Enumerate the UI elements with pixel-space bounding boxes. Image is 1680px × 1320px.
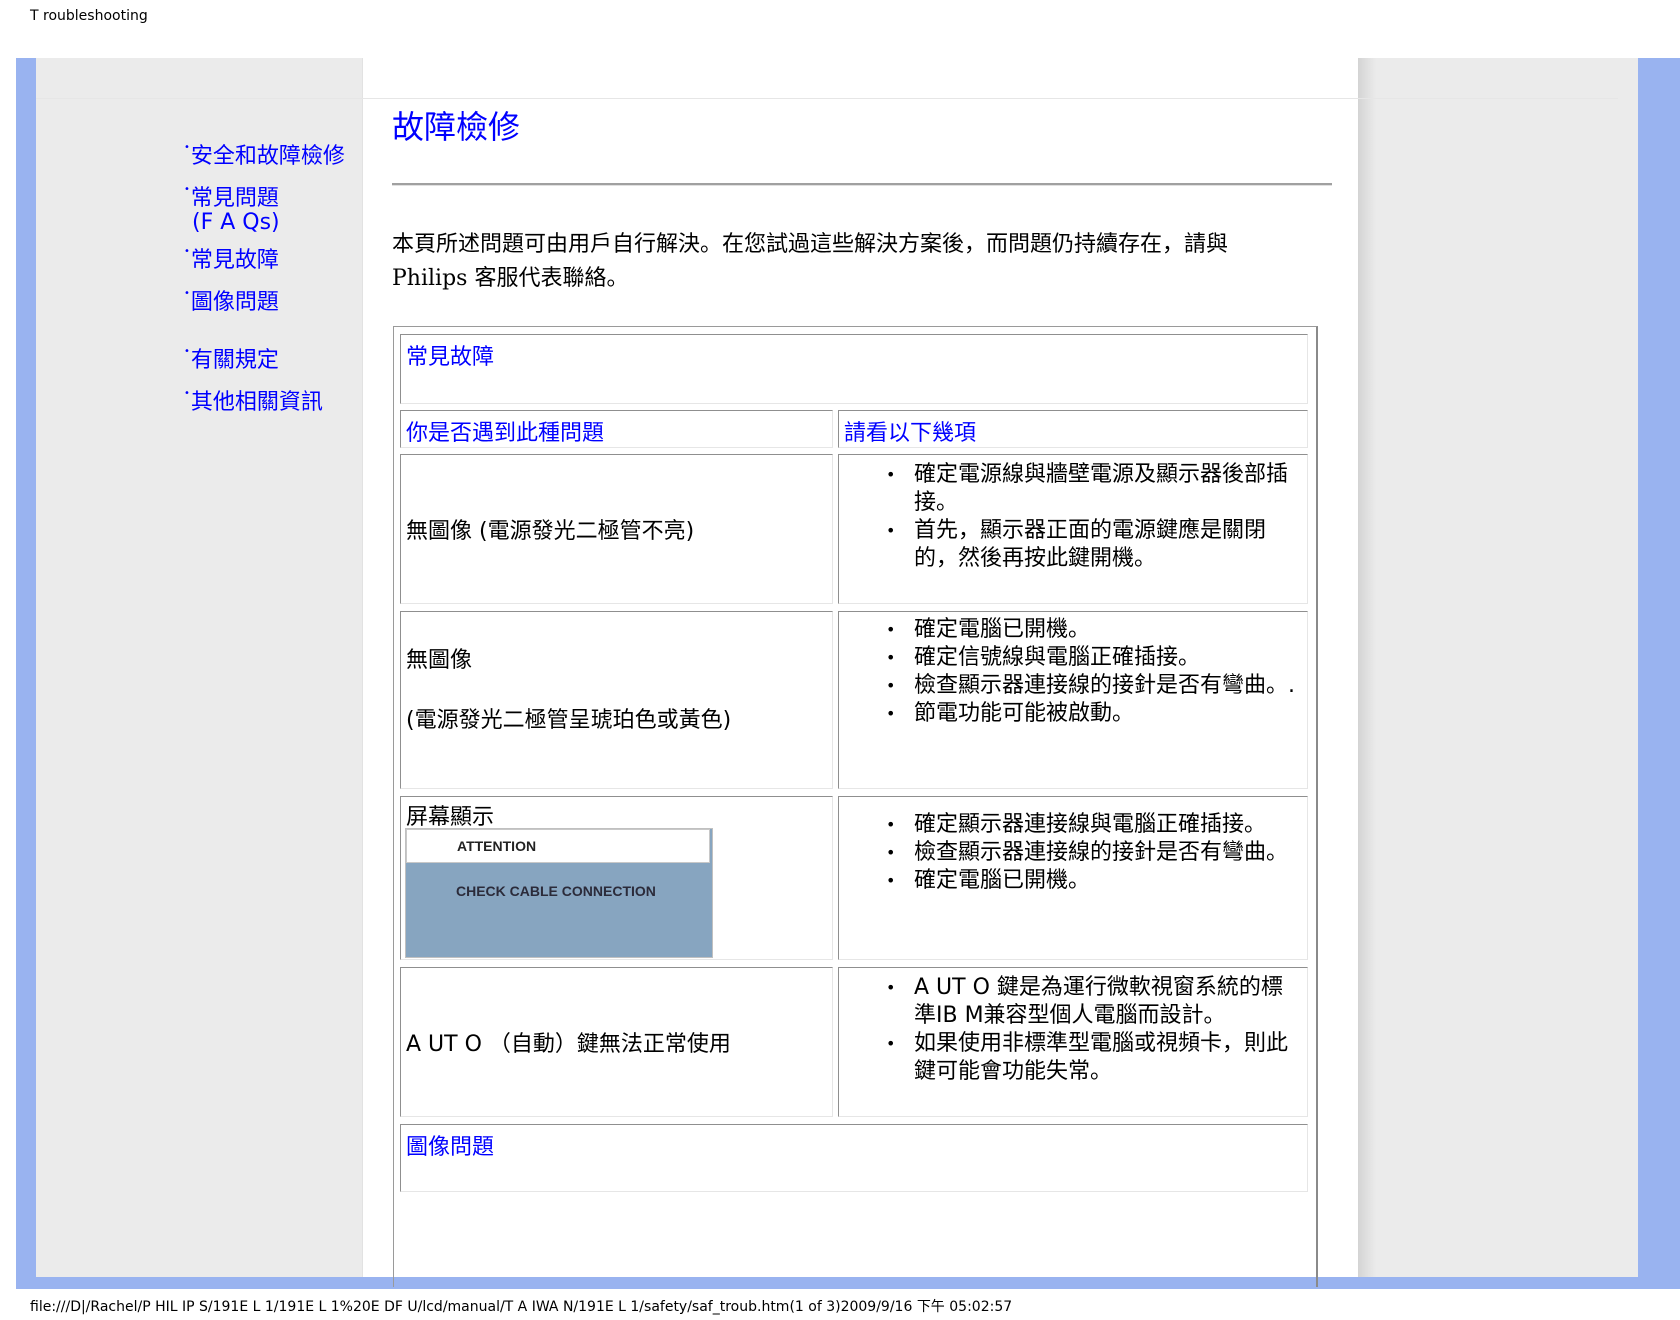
nav-link-imaging-problems[interactable]: •圖像問題 xyxy=(184,284,279,316)
column-header-solution: 請看以下幾項 xyxy=(838,410,1308,448)
section-heading-imaging-problems: 圖像問題 xyxy=(400,1124,1308,1192)
nav-link-other-info[interactable]: •其他相關資訊 xyxy=(184,384,323,416)
solution-cell: A UT O 鍵是為運行微軟視窗系統的標準IB M兼容型個人電腦而設計。 如果使… xyxy=(838,967,1308,1117)
nav-link-faqs-abbr[interactable]: (F A Qs) xyxy=(192,210,280,235)
content-divider xyxy=(362,58,363,1277)
solution-cell: 確定顯示器連接線與電腦正確插接。 檢查顯示器連接線的接針是否有彎曲。 確定電腦已… xyxy=(838,796,1308,960)
osd-message: CHECK CABLE CONNECTION xyxy=(456,883,656,899)
top-divider xyxy=(36,98,1618,99)
solution-item: 節電功能可能被啟動。 xyxy=(886,700,1302,728)
nav-link-common-problems[interactable]: •常見故障 xyxy=(184,242,279,274)
solution-item: A UT O 鍵是為運行微軟視窗系統的標準IB M兼容型個人電腦而設計。 xyxy=(886,974,1302,1030)
solution-item: 檢查顯示器連接線的接針是否有彎曲。. xyxy=(886,672,1302,700)
problem-cell: 無圖像 (電源發光二極管呈琥珀色或黃色) xyxy=(400,611,833,789)
right-panel xyxy=(1358,58,1638,1277)
nav-panel xyxy=(36,58,362,1277)
solution-item: 如果使用非標準型電腦或視頻卡，則此鍵可能會功能失常。 xyxy=(886,1030,1302,1086)
solution-item: 檢查顯示器連接線的接針是否有彎曲。 xyxy=(886,839,1302,867)
page-title: 故障檢修 xyxy=(392,108,521,146)
nav-link-regulatory[interactable]: •有關規定 xyxy=(184,342,279,374)
osd-message-image: ATTENTION CHECK CABLE CONNECTION xyxy=(405,828,713,958)
title-rule xyxy=(392,183,1332,186)
nav-link-safety-troubleshooting[interactable]: •安全和故障檢修 xyxy=(184,138,345,170)
solution-item: 確定信號線與電腦正確插接。 xyxy=(886,644,1302,672)
print-footer: file:///D|/Rachel/P HIL IP S/191E L 1/19… xyxy=(30,1299,1013,1315)
problem-cell: A UT O （自動）鍵無法正常使用 xyxy=(400,967,833,1117)
print-header: T roubleshooting xyxy=(30,8,148,24)
section-heading-common-problems: 常見故障 xyxy=(400,334,1308,404)
problem-cell: 無圖像 (電源發光二極管不亮) xyxy=(400,454,833,604)
intro-paragraph: 本頁所述問題可由用戶自行解決。在您試過這些解決方案後，而問題仍持續存在，請與 Ph… xyxy=(392,232,1229,291)
frame-right-border xyxy=(1638,58,1680,1278)
solution-cell: 確定電腦已開機。 確定信號線與電腦正確插接。 檢查顯示器連接線的接針是否有彎曲。… xyxy=(838,611,1308,789)
osd-title: ATTENTION xyxy=(457,838,537,854)
solution-cell: 確定電源線與牆壁電源及顯示器後部插接。 首先，顯示器正面的電源鍵應是關閉的，然後… xyxy=(838,454,1308,604)
solution-item: 確定電源線與牆壁電源及顯示器後部插接。 xyxy=(886,461,1302,517)
solution-item: 確定顯示器連接線與電腦正確插接。 xyxy=(886,811,1302,839)
osd-header-bar: ATTENTION xyxy=(406,829,710,863)
solution-item: 首先，顯示器正面的電源鍵應是關閉的，然後再按此鍵開機。 xyxy=(886,517,1302,573)
solution-item: 確定電腦已開機。 xyxy=(886,867,1302,895)
column-header-problem: 你是否遇到此種問題 xyxy=(400,410,833,448)
frame-left-border xyxy=(16,58,36,1278)
solution-item: 確定電腦已開機。 xyxy=(886,616,1302,644)
nav-link-faqs[interactable]: •常見問題 xyxy=(184,180,279,212)
